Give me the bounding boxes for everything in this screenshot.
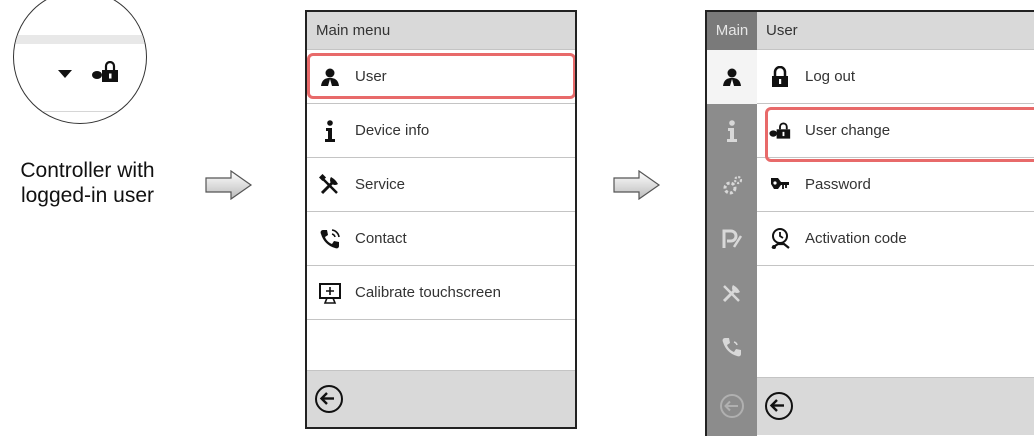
tab-settings[interactable] — [707, 158, 757, 212]
tab-user[interactable] — [707, 50, 757, 104]
menu-item-service[interactable]: Service — [307, 158, 575, 212]
back-arrow-icon — [319, 392, 334, 405]
status-bar-zoom — [13, 0, 147, 124]
menu-item-activation-code[interactable]: Activation code — [757, 212, 1034, 266]
tab-service[interactable] — [707, 266, 757, 320]
dropdown-triangle-icon[interactable] — [58, 70, 72, 78]
phone-icon — [319, 228, 341, 250]
tools-icon — [319, 173, 341, 196]
user-submenu-panel: User Log out User change Password Activa… — [757, 12, 1034, 436]
highlight-user — [307, 53, 575, 99]
user-menu-title: User — [757, 12, 1034, 50]
tools-icon — [722, 285, 740, 303]
bottom-bar — [757, 377, 1034, 435]
menu-item-calibrate-touchscreen[interactable]: Calibrate touchscreen — [307, 266, 575, 320]
status-bar-strip — [14, 35, 146, 44]
activation-code-icon — [769, 227, 791, 250]
tab-contact[interactable] — [707, 320, 757, 374]
caption-line-2: logged-in user — [20, 184, 155, 207]
arrow-right-icon — [613, 170, 661, 200]
rail-header: Main — [707, 12, 757, 50]
menu-item-label: Service — [355, 176, 406, 193]
tab-info[interactable] — [707, 104, 757, 158]
menu-item-label: Log out — [805, 68, 856, 85]
main-menu-title: Main menu — [307, 12, 575, 50]
side-tab-rail: Main — [707, 12, 757, 436]
caption: Controller with logged-in user — [0, 158, 175, 208]
menu-item-log-out[interactable]: Log out — [757, 50, 1034, 104]
rail-back-button[interactable] — [707, 377, 757, 434]
padlock-icon — [769, 65, 791, 88]
user-lock-icon[interactable] — [91, 60, 121, 88]
menu-item-label: Device info — [355, 122, 430, 139]
highlight-user-change — [765, 107, 1034, 162]
main-menu-screen: Main menu User Device info Service Conta… — [305, 10, 577, 429]
phone-icon — [722, 338, 741, 357]
settings-icon — [723, 175, 743, 195]
menu-item-device-info[interactable]: Device info — [307, 104, 575, 158]
menu-item-label: Activation code — [805, 230, 907, 247]
menu-item-contact[interactable]: Contact — [307, 212, 575, 266]
user-icon — [723, 68, 741, 86]
program-icon — [722, 229, 743, 248]
info-icon — [319, 119, 341, 142]
menu-item-label: Calibrate touchscreen — [355, 284, 501, 301]
info-icon — [727, 120, 737, 142]
back-button[interactable] — [765, 392, 793, 420]
password-icon — [769, 174, 791, 196]
back-button[interactable] — [315, 385, 343, 413]
status-bar-divider — [14, 111, 146, 112]
back-arrow-icon — [720, 393, 744, 418]
back-arrow-icon — [769, 399, 784, 412]
arrow-right-icon — [205, 170, 253, 200]
bottom-bar — [307, 370, 575, 427]
menu-item-password[interactable]: Password — [757, 158, 1034, 212]
caption-line-1: Controller with — [20, 159, 155, 182]
tab-program[interactable] — [707, 212, 757, 266]
user-menu-screen: Main User Log out User change Password A… — [705, 10, 1034, 436]
menu-item-label: Contact — [355, 230, 407, 247]
menu-item-label: Password — [805, 176, 871, 193]
calibrate-icon — [319, 282, 341, 304]
